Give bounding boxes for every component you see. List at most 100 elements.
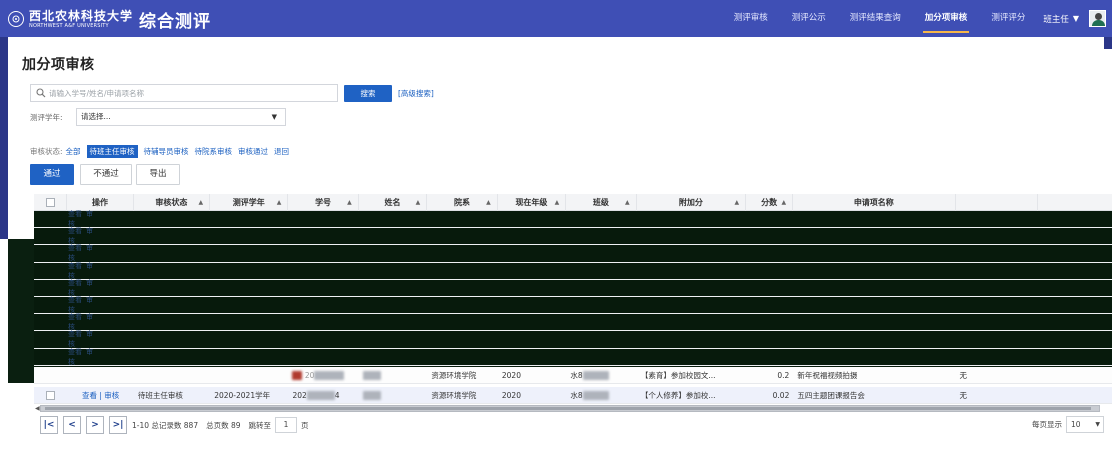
column-header-item[interactable]: 申请项名称	[793, 194, 956, 211]
column-header-extra	[956, 194, 1038, 211]
export-button[interactable]: 导出	[136, 164, 180, 185]
sort-icon[interactable]: ▲	[735, 194, 740, 211]
top-bar: 西北农林科技大学 NORTHWEST A&F UNIVERSITY 综合测评 测…	[0, 0, 1112, 37]
status-option-pending-head-teacher[interactable]: 待班主任审核	[86, 145, 138, 158]
record-summary: 1-10 总记录数 887	[132, 420, 199, 430]
audit-link[interactable]: 审核	[104, 391, 119, 400]
view-link[interactable]: 查看	[68, 348, 82, 356]
status-filter-label: 审核状态:	[30, 147, 63, 156]
view-link[interactable]: 查看	[68, 296, 82, 304]
last-page-button[interactable]: >|	[109, 416, 127, 434]
table-row: 查看 审核	[34, 296, 1112, 315]
year-select-value: 请选择...	[81, 112, 111, 121]
search-input[interactable]	[49, 88, 329, 98]
cell-bonus: 【个人修养】参加校...	[640, 390, 716, 400]
status-option-returned[interactable]: 退回	[274, 146, 289, 157]
role-switcher[interactable]: 班主任 ▼	[1037, 0, 1083, 37]
cell-status: 待班主任审核	[137, 390, 183, 400]
table-row[interactable]: 查看 | 审核 待班主任审核 2020-2021学年 202 4 资源环境学院 2…	[34, 387, 1112, 404]
table-row[interactable]: 20 资源环境学院 2020 水8 【素育】参加校园文... 0.2 新年祝福视…	[34, 367, 1112, 384]
sort-icon[interactable]: ▲	[277, 194, 282, 211]
app-title: 综合测评	[139, 11, 212, 32]
next-page-button[interactable]: >	[86, 416, 104, 434]
column-header-score[interactable]: 分数 ▲	[746, 194, 794, 211]
university-name-en: NORTHWEST A&F UNIVERSITY	[29, 22, 109, 29]
page-size-select[interactable]: 10 ▼	[1066, 416, 1104, 433]
table-row: 查看 审核	[34, 262, 1112, 280]
page-margin-left	[0, 37, 8, 239]
search-box[interactable]	[30, 84, 338, 102]
view-link[interactable]: 查看	[68, 227, 82, 235]
prev-page-button[interactable]: <	[63, 416, 81, 434]
cell-score: 0.2	[777, 370, 790, 380]
nav-item-bonus-review[interactable]: 加分项审核	[913, 0, 980, 37]
university-logo[interactable]: 西北农林科技大学 NORTHWEST A&F UNIVERSITY 综合测评	[8, 5, 211, 33]
status-option-pending-counselor[interactable]: 待辅导员审核	[144, 146, 189, 157]
year-filter-label: 测评学年:	[30, 113, 63, 122]
university-seal-icon	[8, 11, 24, 27]
status-option-all[interactable]: 全部	[66, 146, 81, 157]
page-suffix: 页	[301, 420, 309, 430]
cell-extra: 无	[959, 370, 968, 380]
cell-extra: 无	[959, 390, 968, 400]
cell-college: 资源环境学院	[431, 390, 477, 400]
cell-status	[134, 367, 210, 384]
cell-score: 0.02	[772, 390, 790, 400]
horizontal-scrollbar[interactable]: ◀	[35, 405, 1100, 412]
column-header-extra-2	[1038, 194, 1112, 211]
university-name-cn: 西北农林科技大学	[29, 8, 134, 23]
status-option-approved[interactable]: 审核通过	[238, 146, 268, 157]
cell-grade: 2020	[501, 370, 521, 380]
cell-item: 五四主题团课报告会	[797, 390, 865, 400]
scroll-left-icon[interactable]: ◀	[35, 405, 40, 412]
scrollbar-thumb[interactable]	[45, 407, 1091, 410]
status-option-pending-department[interactable]: 待院系审核	[195, 146, 233, 157]
view-link[interactable]: 查看	[68, 279, 82, 287]
reject-button[interactable]: 不通过	[80, 164, 132, 185]
view-link[interactable]: 查看	[82, 391, 97, 400]
sort-icon[interactable]: ▲	[486, 194, 491, 211]
cell-college: 资源环境学院	[431, 370, 477, 380]
sort-icon[interactable]: ▲	[198, 194, 203, 211]
view-link[interactable]: 查看	[68, 313, 82, 321]
nav-item-publicity[interactable]: 测评公示	[780, 0, 838, 37]
table-row: 查看 审核	[34, 313, 1112, 332]
sort-icon[interactable]: ▲	[625, 194, 630, 211]
column-header-student-no[interactable]: 学号 ▲	[288, 194, 359, 211]
view-link[interactable]: 查看	[68, 262, 82, 270]
year-select[interactable]: 请选择... ▼	[76, 108, 286, 126]
column-header-bonus[interactable]: 附加分 ▲	[637, 194, 747, 211]
redacted-rows-area: 查看 审核 查看 审核 查看 审核 查看 审核 查看 审核 查看 审核 查看 审核 查看 审核 …	[34, 210, 1112, 383]
column-header-class[interactable]: 班级 ▲	[566, 194, 637, 211]
main-nav: 测评审核 测评公示 测评结果查询 加分项审核 测评评分 班主任 ▼	[722, 0, 1112, 37]
search-icon	[36, 88, 46, 98]
nav-item-result-query[interactable]: 测评结果查询	[838, 0, 913, 37]
search-button[interactable]: 搜索	[344, 85, 392, 102]
column-header-year[interactable]: 测评学年 ▲	[210, 194, 289, 211]
nav-item-review[interactable]: 测评审核	[722, 0, 780, 37]
first-page-button[interactable]: |<	[40, 416, 58, 434]
column-header-college[interactable]: 院系 ▲	[427, 194, 498, 211]
column-header-status[interactable]: 审核状态 ▲	[134, 194, 211, 211]
cell-name	[359, 367, 428, 384]
page-margin-right	[1104, 37, 1112, 49]
approve-button[interactable]: 通过	[30, 164, 74, 185]
sort-icon[interactable]: ▲	[416, 194, 421, 211]
sort-icon[interactable]: ▲	[782, 194, 787, 211]
table-row: 查看 审核	[34, 210, 1112, 229]
view-link[interactable]: 查看	[68, 330, 82, 338]
view-link[interactable]: 查看	[68, 244, 82, 252]
cell-year: 2020-2021学年	[214, 390, 271, 400]
avatar[interactable]	[1089, 10, 1106, 27]
caret-down-icon: ▼	[1072, 14, 1079, 23]
row-checkbox[interactable]	[46, 391, 56, 400]
sort-icon[interactable]: ▲	[555, 194, 560, 211]
advanced-search-link[interactable]: [高级搜索]	[398, 88, 434, 99]
nav-item-scoring[interactable]: 测评评分	[979, 0, 1037, 37]
view-link[interactable]: 查看	[68, 210, 82, 218]
select-all-checkbox[interactable]	[45, 198, 55, 207]
column-header-name[interactable]: 姓名 ▲	[359, 194, 428, 211]
page-input[interactable]: 1	[275, 417, 298, 433]
sort-icon[interactable]: ▲	[347, 194, 352, 211]
column-header-grade[interactable]: 现在年级 ▲	[498, 194, 567, 211]
